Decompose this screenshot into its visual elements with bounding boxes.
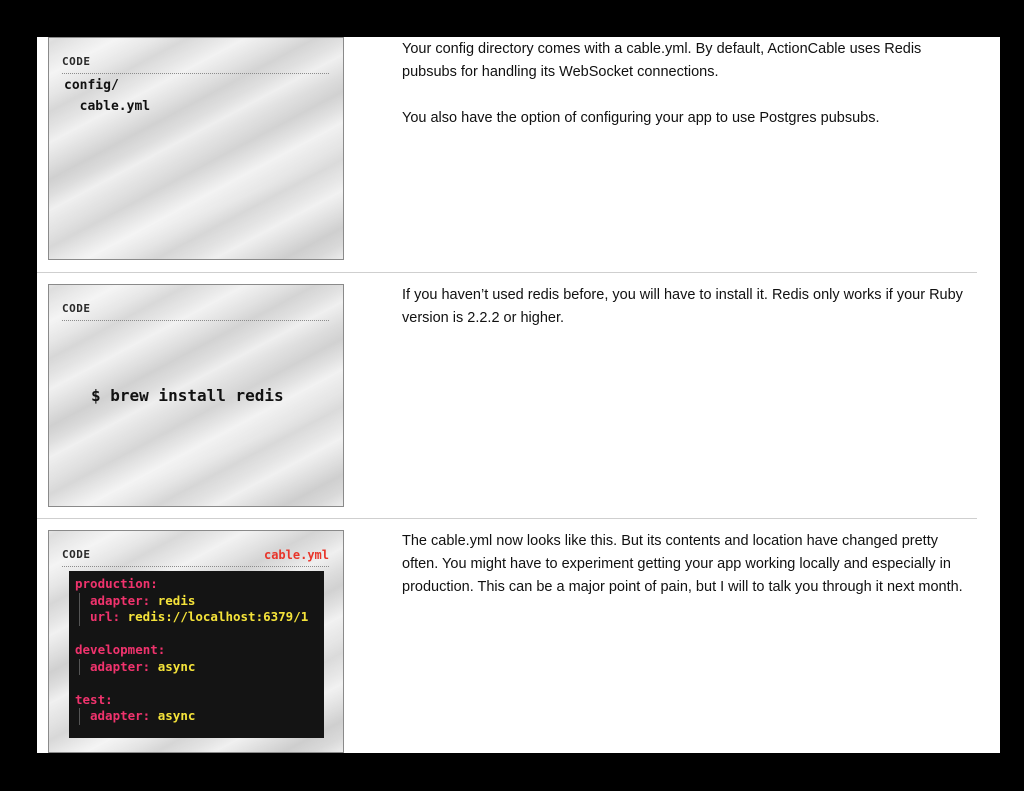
- yaml-value: async: [150, 708, 196, 723]
- code-label: CODE: [62, 55, 91, 68]
- slide-brew-install: CODE $ brew install redis: [48, 284, 344, 507]
- code-line: production:: [75, 576, 318, 593]
- code-block: production: adapter: redis url: redis://…: [69, 571, 324, 738]
- row-divider: [37, 272, 977, 273]
- yaml-key: test:: [75, 691, 113, 707]
- slide-cable-yml: CODE cable.yml production: adapter: redi…: [48, 530, 344, 753]
- yaml-key: production:: [75, 576, 158, 591]
- document-page: CODE config/ cable.yml Your config direc…: [37, 37, 1000, 753]
- paragraph: If you haven’t used redis before, you wi…: [402, 287, 963, 326]
- terminal-command: $ brew install redis: [91, 386, 284, 405]
- code-line: url: redis://localhost:6379/1: [75, 609, 318, 626]
- code-label: CODE: [62, 548, 91, 561]
- yaml-key: adapter:: [90, 592, 151, 608]
- code-line: test:: [75, 692, 318, 709]
- slide-header: CODE: [62, 298, 329, 321]
- description-3: The cable.yml now looks like this. But i…: [402, 530, 972, 599]
- paragraph: The cable.yml now looks like this. But i…: [402, 533, 963, 595]
- slide-header: CODE: [62, 51, 329, 74]
- yaml-key: url:: [90, 609, 121, 624]
- code-line-cable-yml: cable.yml: [64, 99, 151, 114]
- yaml-key: adapter:: [90, 708, 151, 723]
- description-1: Your config directory comes with a cable…: [402, 38, 972, 130]
- yaml-key: development:: [75, 642, 166, 657]
- paragraph: You also have the option of configuring …: [402, 110, 880, 126]
- code-line: adapter: async: [75, 708, 318, 725]
- code-line: adapter: redis: [75, 592, 318, 610]
- yaml-value: async: [150, 658, 196, 674]
- slide-config-directory: CODE config/ cable.yml: [48, 37, 344, 260]
- yaml-value: redis: [150, 592, 196, 608]
- filename-label: cable.yml: [263, 548, 329, 562]
- slide-header: CODE cable.yml: [62, 544, 329, 567]
- yaml-value: redis://localhost:6379/1: [120, 609, 309, 624]
- code-line-config: config/: [64, 78, 119, 93]
- code-line: development:: [75, 642, 318, 659]
- row-divider: [37, 518, 977, 519]
- code-line: adapter: async: [75, 658, 318, 676]
- paragraph: Your config directory comes with a cable…: [402, 41, 922, 80]
- description-2: If you haven’t used redis before, you wi…: [402, 284, 972, 330]
- code-label: CODE: [62, 302, 91, 315]
- yaml-key: adapter:: [90, 658, 151, 674]
